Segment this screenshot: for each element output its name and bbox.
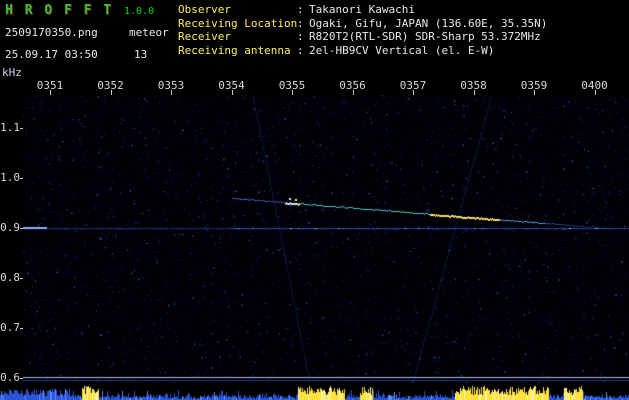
time-axis-label: 0400 — [581, 79, 608, 92]
freq-unit-label: kHz — [2, 66, 22, 79]
app-logo: H R O F F T — [5, 3, 114, 18]
freq-axis-label: 1.0 — [0, 171, 20, 184]
info-label: Observer — [178, 3, 231, 16]
header-left: H R O F F T 1.0.0 2509170350.png meteor … — [0, 0, 176, 64]
info-separator: : — [297, 16, 304, 30]
freq-axis-label: 0.8 — [0, 271, 20, 284]
info-separator: : — [297, 30, 304, 43]
station-info-row: Receiving Location: Ogaki, Gifu, JAPAN (1… — [178, 17, 628, 31]
freq-axis-label: 1.1 — [0, 121, 20, 134]
time-axis-label: 0353 — [157, 79, 185, 92]
time-axis-label: 0357 — [399, 79, 427, 92]
info-value: R820T2(RTL-SDR) SDR-Sharp 53.372MHz — [309, 30, 541, 43]
station-info-row: Observer: Takanori Kawachi — [178, 3, 628, 17]
hrofft-window: H R O F F T 1.0.0 2509170350.png meteor … — [0, 0, 629, 400]
meteor-count: 13 — [134, 48, 148, 61]
freq-axis-label: 0.9 — [0, 221, 20, 234]
time-axis-label: 0355 — [278, 79, 306, 92]
output-filename: 2509170350.png — [5, 26, 98, 39]
time-axis-label: 0358 — [460, 79, 487, 92]
freq-axis-label: 0.7 — [0, 321, 20, 334]
info-separator: : — [297, 3, 304, 16]
info-value: 2el-HB9CV Vertical (el. E-W) — [309, 43, 495, 57]
time-axis-label: 0356 — [339, 79, 366, 92]
time-axis-label: 0351 — [36, 79, 64, 92]
info-separator: : — [297, 43, 304, 57]
info-label: Receiving antenna — [178, 43, 291, 57]
app-version: 1.0.0 — [124, 6, 155, 17]
activity-bar-canvas — [0, 384, 629, 400]
time-axis-label: 0354 — [218, 79, 245, 92]
info-value: Ogaki, Gifu, JAPAN (136.60E, 35.35N) — [309, 16, 548, 30]
datetime-label: 25.09.17 03:50 — [5, 48, 98, 61]
time-axis-label: 0352 — [97, 79, 124, 92]
station-info-row: Receiver: R820T2(RTL-SDR) SDR-Sharp 53.37… — [178, 30, 628, 44]
station-info-row: Receiving antenna:2el-HB9CV Vertical (el… — [178, 44, 628, 58]
info-value: Takanori Kawachi — [309, 3, 415, 16]
station-info: Observer: Takanori Kawachi Receiving Locat… — [178, 3, 628, 57]
mode-label: meteor — [129, 26, 169, 39]
info-label: Receiver — [178, 30, 231, 43]
freq-axis-label: 0.6 — [0, 371, 20, 384]
info-label: Receiving Location — [178, 16, 298, 30]
time-axis-label: 0359 — [520, 79, 548, 92]
spectrogram-canvas — [23, 95, 629, 383]
